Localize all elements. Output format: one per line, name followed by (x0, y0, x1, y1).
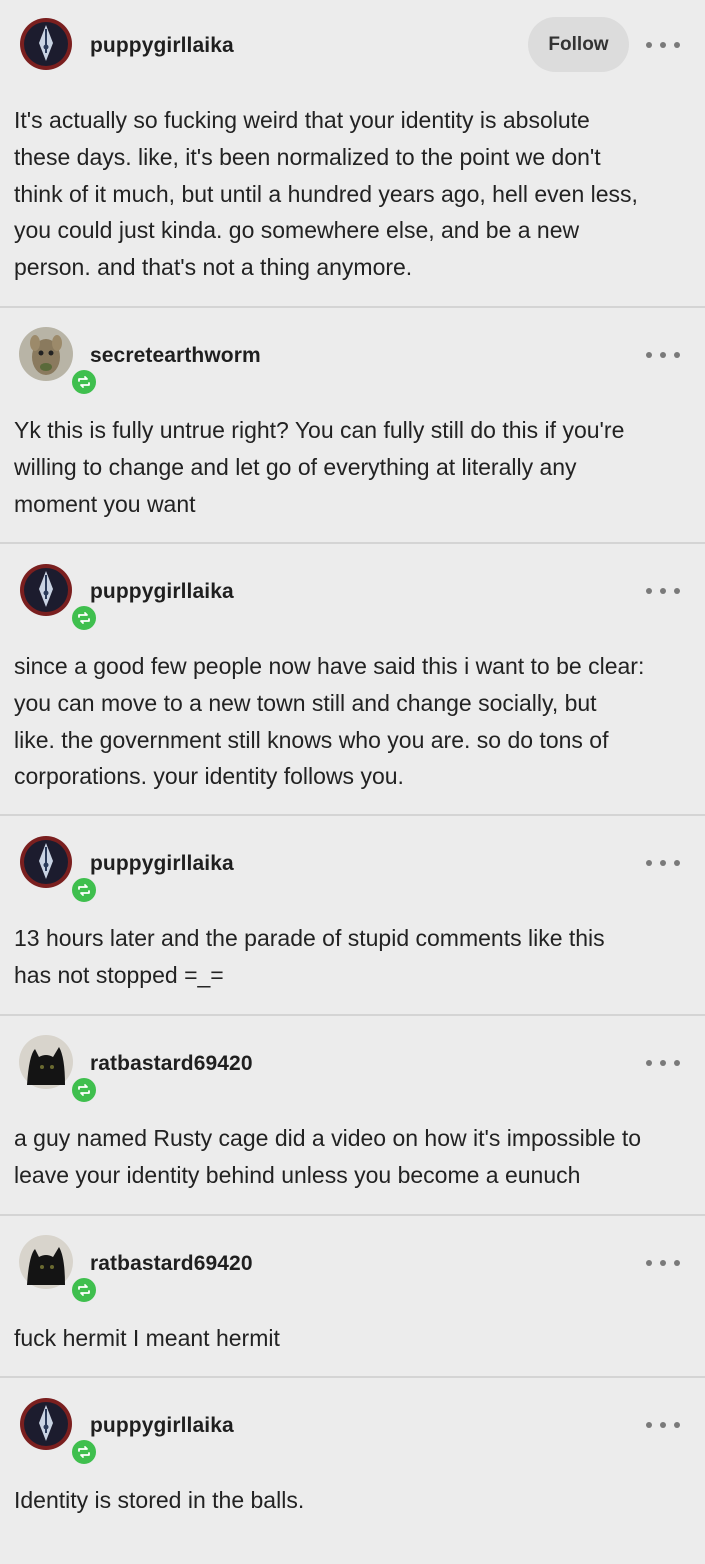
avatar[interactable] (19, 1035, 99, 1105)
username[interactable]: secretearthworm (90, 343, 261, 369)
avatar[interactable] (19, 17, 73, 71)
reblog-thread: puppygirllaika Follow It's actually so f… (0, 0, 705, 1564)
username[interactable]: ratbastard69420 (90, 1051, 253, 1077)
post-header: puppygirllaika (0, 1380, 705, 1467)
post-text: since a good few people now have said th… (14, 653, 645, 790)
avatar[interactable] (19, 563, 99, 633)
post-header: puppygirllaika (0, 546, 705, 633)
reblog-icon (69, 603, 99, 633)
post-text: a guy named Rusty cage did a video on ho… (14, 1125, 642, 1188)
divider (0, 814, 705, 816)
reblog-icon (69, 1275, 99, 1305)
more-options-icon[interactable] (646, 582, 680, 600)
black-cat-avatar (19, 1235, 73, 1289)
post-text: fuck hermit I meant hermit (14, 1325, 280, 1351)
divider (0, 306, 705, 308)
more-options-icon[interactable] (646, 1254, 680, 1272)
post-original: puppygirllaika Follow It's actually so f… (0, 0, 705, 306)
reblog-icon (69, 875, 99, 905)
username[interactable]: puppygirllaika (90, 851, 234, 877)
reblog-icon (69, 367, 99, 397)
more-options-icon[interactable] (646, 346, 680, 364)
username[interactable]: puppygirllaika (90, 1413, 234, 1439)
reblog-icon (69, 1075, 99, 1105)
reblog-post: ratbastard69420 fuck hermit I meant herm… (0, 1218, 705, 1376)
fountain-pen-nib-avatar (20, 1398, 72, 1450)
divider (0, 1376, 705, 1378)
divider (0, 1014, 705, 1016)
reblog-post: puppygirllaika since a good few people n… (0, 546, 705, 814)
more-options-icon[interactable] (646, 854, 680, 872)
fountain-pen-nib-avatar (20, 564, 72, 616)
username[interactable]: ratbastard69420 (90, 1251, 253, 1277)
post-header: secretearthworm (0, 310, 705, 397)
post-header: puppygirllaika Follow (0, 0, 705, 72)
creature-photo-avatar (19, 327, 73, 381)
post-header: puppygirllaika (0, 818, 705, 905)
username[interactable]: puppygirllaika (90, 33, 234, 59)
more-options-icon[interactable] (646, 1054, 680, 1072)
reblog-post: puppygirllaika 13 hours later and the pa… (0, 818, 705, 1014)
post-text: Identity is stored in the balls. (14, 1487, 305, 1513)
post-text: Yk this is fully untrue right? You can f… (14, 417, 625, 517)
post-text: 13 hours later and the parade of stupid … (14, 925, 605, 988)
username[interactable]: puppygirllaika (90, 579, 234, 605)
avatar[interactable] (19, 1397, 99, 1467)
more-options-icon[interactable] (646, 36, 680, 54)
divider (0, 542, 705, 544)
reblog-post: secretearthworm Yk this is fully untrue … (0, 310, 705, 542)
follow-button[interactable]: Follow (528, 17, 629, 72)
avatar[interactable] (19, 1235, 99, 1305)
reblog-post: ratbastard69420 a guy named Rusty cage d… (0, 1018, 705, 1214)
divider (0, 1214, 705, 1216)
post-text: It's actually so fucking weird that your… (14, 107, 638, 281)
fountain-pen-nib-avatar (20, 836, 72, 888)
post-header: ratbastard69420 (0, 1218, 705, 1305)
avatar[interactable] (19, 327, 99, 397)
reblog-icon (69, 1437, 99, 1467)
post-header: ratbastard69420 (0, 1018, 705, 1105)
avatar[interactable] (19, 835, 99, 905)
reblog-post: puppygirllaika Identity is stored in the… (0, 1380, 705, 1564)
black-cat-avatar (19, 1035, 73, 1089)
fountain-pen-nib-avatar (20, 18, 72, 70)
more-options-icon[interactable] (646, 1416, 680, 1434)
